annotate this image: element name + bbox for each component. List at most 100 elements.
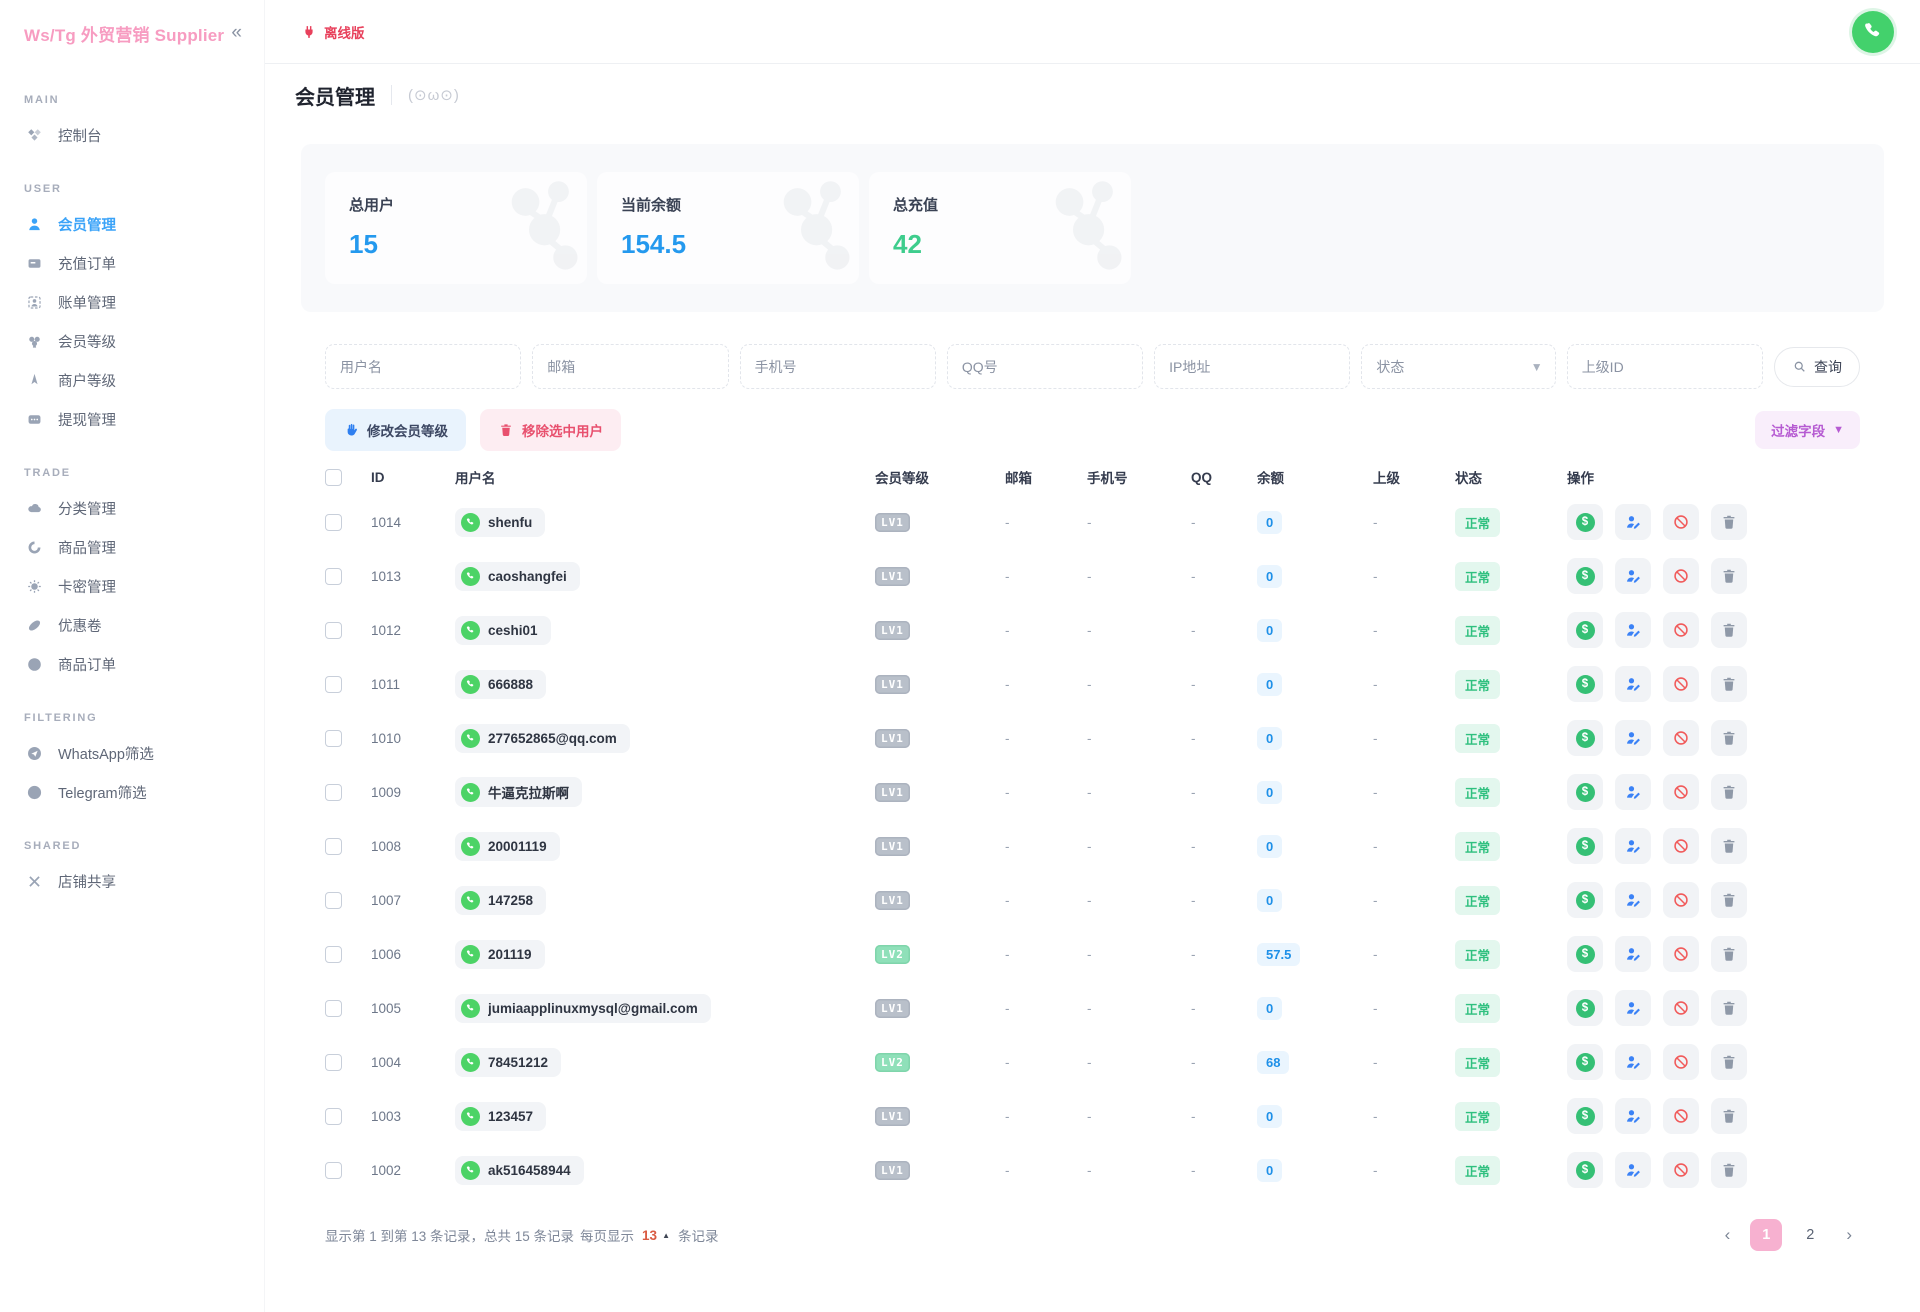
ban-user-button[interactable] <box>1663 828 1699 864</box>
parent-id-filter-input[interactable] <box>1567 344 1763 389</box>
user-edit-button[interactable] <box>1615 612 1651 648</box>
money-chat-button[interactable]: $ <box>1567 666 1603 702</box>
ban-user-button[interactable] <box>1663 1152 1699 1188</box>
money-chat-button[interactable]: $ <box>1567 990 1603 1026</box>
money-chat-button[interactable]: $ <box>1567 828 1603 864</box>
user-edit-button[interactable] <box>1615 504 1651 540</box>
sidebar-item-withdraw[interactable]: 提现管理 <box>0 400 264 439</box>
username-pill[interactable]: 牛逼克拉斯啊 <box>455 777 582 807</box>
sidebar-item-members[interactable]: 会员管理 <box>0 205 264 244</box>
user-edit-button[interactable] <box>1615 882 1651 918</box>
user-edit-button[interactable] <box>1615 828 1651 864</box>
user-edit-button[interactable] <box>1615 936 1651 972</box>
select-all-checkbox[interactable] <box>325 469 342 486</box>
remove-selected-users-button[interactable]: 移除选中用户 <box>480 409 621 451</box>
delete-user-button[interactable] <box>1711 504 1747 540</box>
money-chat-button[interactable]: $ <box>1567 1152 1603 1188</box>
delete-user-button[interactable] <box>1711 558 1747 594</box>
per-page-select[interactable]: 13 ▲ <box>640 1228 672 1243</box>
ban-user-button[interactable] <box>1663 936 1699 972</box>
delete-user-button[interactable] <box>1711 990 1747 1026</box>
money-chat-button[interactable]: $ <box>1567 1098 1603 1134</box>
sidebar-item-bills[interactable]: 账单管理 <box>0 283 264 322</box>
delete-user-button[interactable] <box>1711 666 1747 702</box>
search-button[interactable]: 查询 <box>1774 347 1860 387</box>
money-chat-button[interactable]: $ <box>1567 1044 1603 1080</box>
user-edit-button[interactable] <box>1615 720 1651 756</box>
money-chat-button[interactable]: $ <box>1567 936 1603 972</box>
username-pill[interactable]: 147258 <box>455 886 546 915</box>
username-pill[interactable]: 201119 <box>455 940 545 969</box>
row-checkbox[interactable] <box>325 1108 342 1125</box>
username-pill[interactable]: 20001119 <box>455 832 560 861</box>
sidebar-item-telegram-filter[interactable]: Telegram筛选 <box>0 773 264 812</box>
ban-user-button[interactable] <box>1663 1098 1699 1134</box>
username-pill[interactable]: 277652865@qq.com <box>455 724 630 753</box>
delete-user-button[interactable] <box>1711 882 1747 918</box>
delete-user-button[interactable] <box>1711 1044 1747 1080</box>
username-pill[interactable]: caoshangfei <box>455 562 580 591</box>
delete-user-button[interactable] <box>1711 936 1747 972</box>
username-pill[interactable]: 78451212 <box>455 1048 561 1077</box>
money-chat-button[interactable]: $ <box>1567 774 1603 810</box>
money-chat-button[interactable]: $ <box>1567 504 1603 540</box>
ban-user-button[interactable] <box>1663 990 1699 1026</box>
sidebar-item-merchant-level[interactable]: 商户等级 <box>0 361 264 400</box>
username-pill[interactable]: ceshi01 <box>455 616 551 645</box>
sidebar-item-coupon[interactable]: 优惠卷 <box>0 606 264 645</box>
user-edit-button[interactable] <box>1615 666 1651 702</box>
whatsapp-avatar[interactable] <box>1852 11 1894 53</box>
next-page-button[interactable]: › <box>1838 1223 1860 1247</box>
ban-user-button[interactable] <box>1663 720 1699 756</box>
row-checkbox[interactable] <box>325 514 342 531</box>
user-edit-button[interactable] <box>1615 558 1651 594</box>
username-pill[interactable]: ak516458944 <box>455 1156 584 1185</box>
username-pill[interactable]: jumiaapplinuxmysql@gmail.com <box>455 994 711 1023</box>
row-checkbox[interactable] <box>325 784 342 801</box>
page-button-2[interactable]: 2 <box>1794 1219 1826 1251</box>
row-checkbox[interactable] <box>325 838 342 855</box>
ban-user-button[interactable] <box>1663 612 1699 648</box>
email-filter-input[interactable] <box>532 344 728 389</box>
row-checkbox[interactable] <box>325 622 342 639</box>
row-checkbox[interactable] <box>325 676 342 693</box>
sidebar-item-recharge-orders[interactable]: 充值订单 <box>0 244 264 283</box>
money-chat-button[interactable]: $ <box>1567 720 1603 756</box>
user-edit-button[interactable] <box>1615 1098 1651 1134</box>
edit-member-level-button[interactable]: 修改会员等级 <box>325 409 466 451</box>
sidebar-item-category[interactable]: 分类管理 <box>0 489 264 528</box>
row-checkbox[interactable] <box>325 892 342 909</box>
row-checkbox[interactable] <box>325 1054 342 1071</box>
username-pill[interactable]: 123457 <box>455 1102 546 1131</box>
sidebar-item-card-key[interactable]: 卡密管理 <box>0 567 264 606</box>
user-edit-button[interactable] <box>1615 1044 1651 1080</box>
sidebar-item-goods[interactable]: 商品管理 <box>0 528 264 567</box>
money-chat-button[interactable]: $ <box>1567 558 1603 594</box>
delete-user-button[interactable] <box>1711 774 1747 810</box>
delete-user-button[interactable] <box>1711 828 1747 864</box>
sidebar-collapse-icon[interactable]: « <box>227 22 246 44</box>
delete-user-button[interactable] <box>1711 720 1747 756</box>
username-pill[interactable]: 666888 <box>455 670 546 699</box>
page-button-1[interactable]: 1 <box>1750 1219 1782 1251</box>
ban-user-button[interactable] <box>1663 666 1699 702</box>
sidebar-item-whatsapp-filter[interactable]: WhatsApp筛选 <box>0 734 264 773</box>
delete-user-button[interactable] <box>1711 1098 1747 1134</box>
row-checkbox[interactable] <box>325 1000 342 1017</box>
ban-user-button[interactable] <box>1663 504 1699 540</box>
money-chat-button[interactable]: $ <box>1567 612 1603 648</box>
sidebar-item-member-level[interactable]: 会员等级 <box>0 322 264 361</box>
ip-filter-input[interactable] <box>1154 344 1350 389</box>
money-chat-button[interactable]: $ <box>1567 882 1603 918</box>
qq-filter-input[interactable] <box>947 344 1143 389</box>
user-edit-button[interactable] <box>1615 990 1651 1026</box>
ban-user-button[interactable] <box>1663 1044 1699 1080</box>
user-edit-button[interactable] <box>1615 1152 1651 1188</box>
row-checkbox[interactable] <box>325 946 342 963</box>
ban-user-button[interactable] <box>1663 558 1699 594</box>
user-edit-button[interactable] <box>1615 774 1651 810</box>
ban-user-button[interactable] <box>1663 774 1699 810</box>
sidebar-item-goods-orders[interactable]: 商品订单 <box>0 645 264 684</box>
status-select[interactable]: 状态 ▼ <box>1361 344 1555 389</box>
ban-user-button[interactable] <box>1663 882 1699 918</box>
